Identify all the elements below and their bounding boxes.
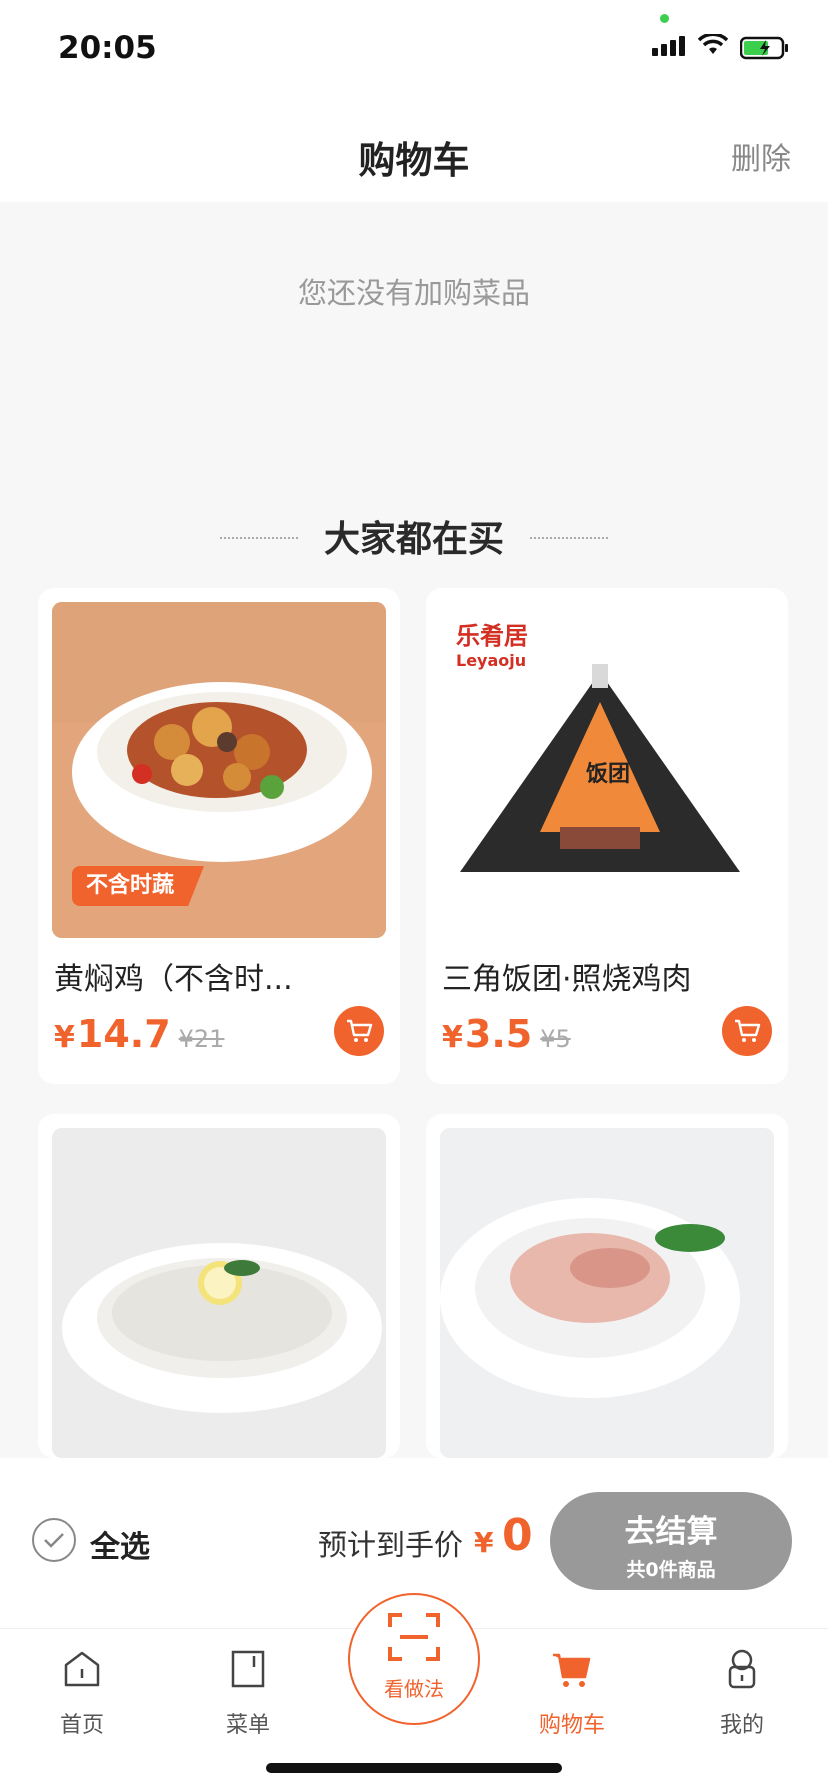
cart-icon — [347, 1019, 373, 1042]
package-text: 饭团 — [586, 762, 631, 787]
profile-icon — [728, 1649, 756, 1689]
scan-icon — [388, 1613, 440, 1661]
product-name: 三角饭团·照烧鸡肉 — [442, 962, 692, 997]
checkout-item-count: 共0件商品 — [626, 1559, 716, 1581]
checkout-button-label: 去结算 — [624, 1514, 718, 1550]
tab-cart-label: 购物车 — [538, 1713, 605, 1738]
estimate-currency: ¥ — [474, 1526, 494, 1559]
product-image-sliced-meat — [440, 1128, 774, 1458]
battery-icon — [740, 36, 788, 60]
product-image-sliced-fish — [52, 1128, 386, 1458]
home-indicator — [266, 1763, 562, 1773]
scan-button[interactable]: 看做法 — [348, 1593, 480, 1725]
product-tag: 不含时蔬 — [72, 866, 205, 906]
add-to-cart-button[interactable] — [722, 1006, 772, 1056]
scan-label: 看做法 — [384, 1677, 444, 1701]
price-current: 14.7 — [76, 1012, 171, 1056]
add-to-cart-button[interactable] — [334, 1006, 384, 1056]
tab-profile-label: 我的 — [719, 1713, 764, 1738]
product-card[interactable] — [426, 1114, 788, 1458]
empty-cart-text: 您还没有加购菜品 — [297, 276, 530, 310]
delete-button[interactable]: 删除 — [731, 134, 791, 178]
price-original: ¥5 — [540, 1025, 571, 1053]
price-original: ¥21 — [178, 1025, 225, 1053]
brand-logo-text: 乐肴居 — [456, 622, 528, 650]
status-bar: 20:05 — [0, 0, 828, 100]
privacy-indicator-dot — [660, 14, 669, 23]
estimate-value: 0 — [502, 1510, 533, 1561]
section-divider-right — [530, 537, 608, 539]
brand-logo: 乐肴居 Leyaoju — [456, 616, 528, 670]
brand-logo-en: Leyaoju — [456, 651, 527, 670]
product-price: ¥ 14.7 ¥21 — [54, 1012, 224, 1056]
select-all-label[interactable]: 全选 — [90, 1522, 150, 1566]
checkout-button[interactable]: 去结算 共0件商品 — [550, 1492, 792, 1590]
tab-home-label: 首页 — [59, 1713, 104, 1738]
cart-icon — [553, 1653, 591, 1687]
nav-header: 购物车 删除 — [0, 100, 828, 202]
product-card[interactable]: 不含时蔬 黄焖鸡（不含时... ¥ 14.7 ¥21 — [38, 588, 400, 1084]
menu-icon — [231, 1650, 265, 1688]
price-currency: ¥ — [54, 1020, 75, 1055]
page-title: 购物车 — [358, 139, 470, 182]
product-name: 黄焖鸡（不含时... — [54, 962, 293, 997]
cellular-signal-icon — [652, 36, 685, 56]
price-current: 3.5 — [464, 1012, 533, 1056]
select-all-checkbox[interactable] — [32, 1518, 76, 1562]
estimate-label: 预计到手价 — [318, 1528, 464, 1562]
product-card[interactable] — [38, 1114, 400, 1458]
home-icon — [64, 1651, 100, 1687]
section-title: 大家都在买 — [323, 519, 504, 560]
tab-profile[interactable]: 我的 — [682, 1647, 802, 1739]
tab-home[interactable]: 首页 — [22, 1647, 142, 1739]
check-icon — [44, 1533, 64, 1548]
cart-icon — [735, 1019, 761, 1042]
status-time: 20:05 — [58, 30, 157, 66]
tab-menu[interactable]: 菜单 — [188, 1647, 308, 1739]
tab-menu-label: 菜单 — [225, 1713, 270, 1738]
product-price: ¥ 3.5 ¥5 — [442, 1012, 571, 1056]
price-currency: ¥ — [442, 1020, 463, 1055]
product-card[interactable]: 乐肴居 Leyaoju 饭团 三角饭团·照烧鸡肉 ¥ 3.5 ¥5 — [426, 588, 788, 1084]
wifi-icon — [698, 34, 728, 54]
tab-cart[interactable]: 购物车 — [512, 1647, 632, 1739]
